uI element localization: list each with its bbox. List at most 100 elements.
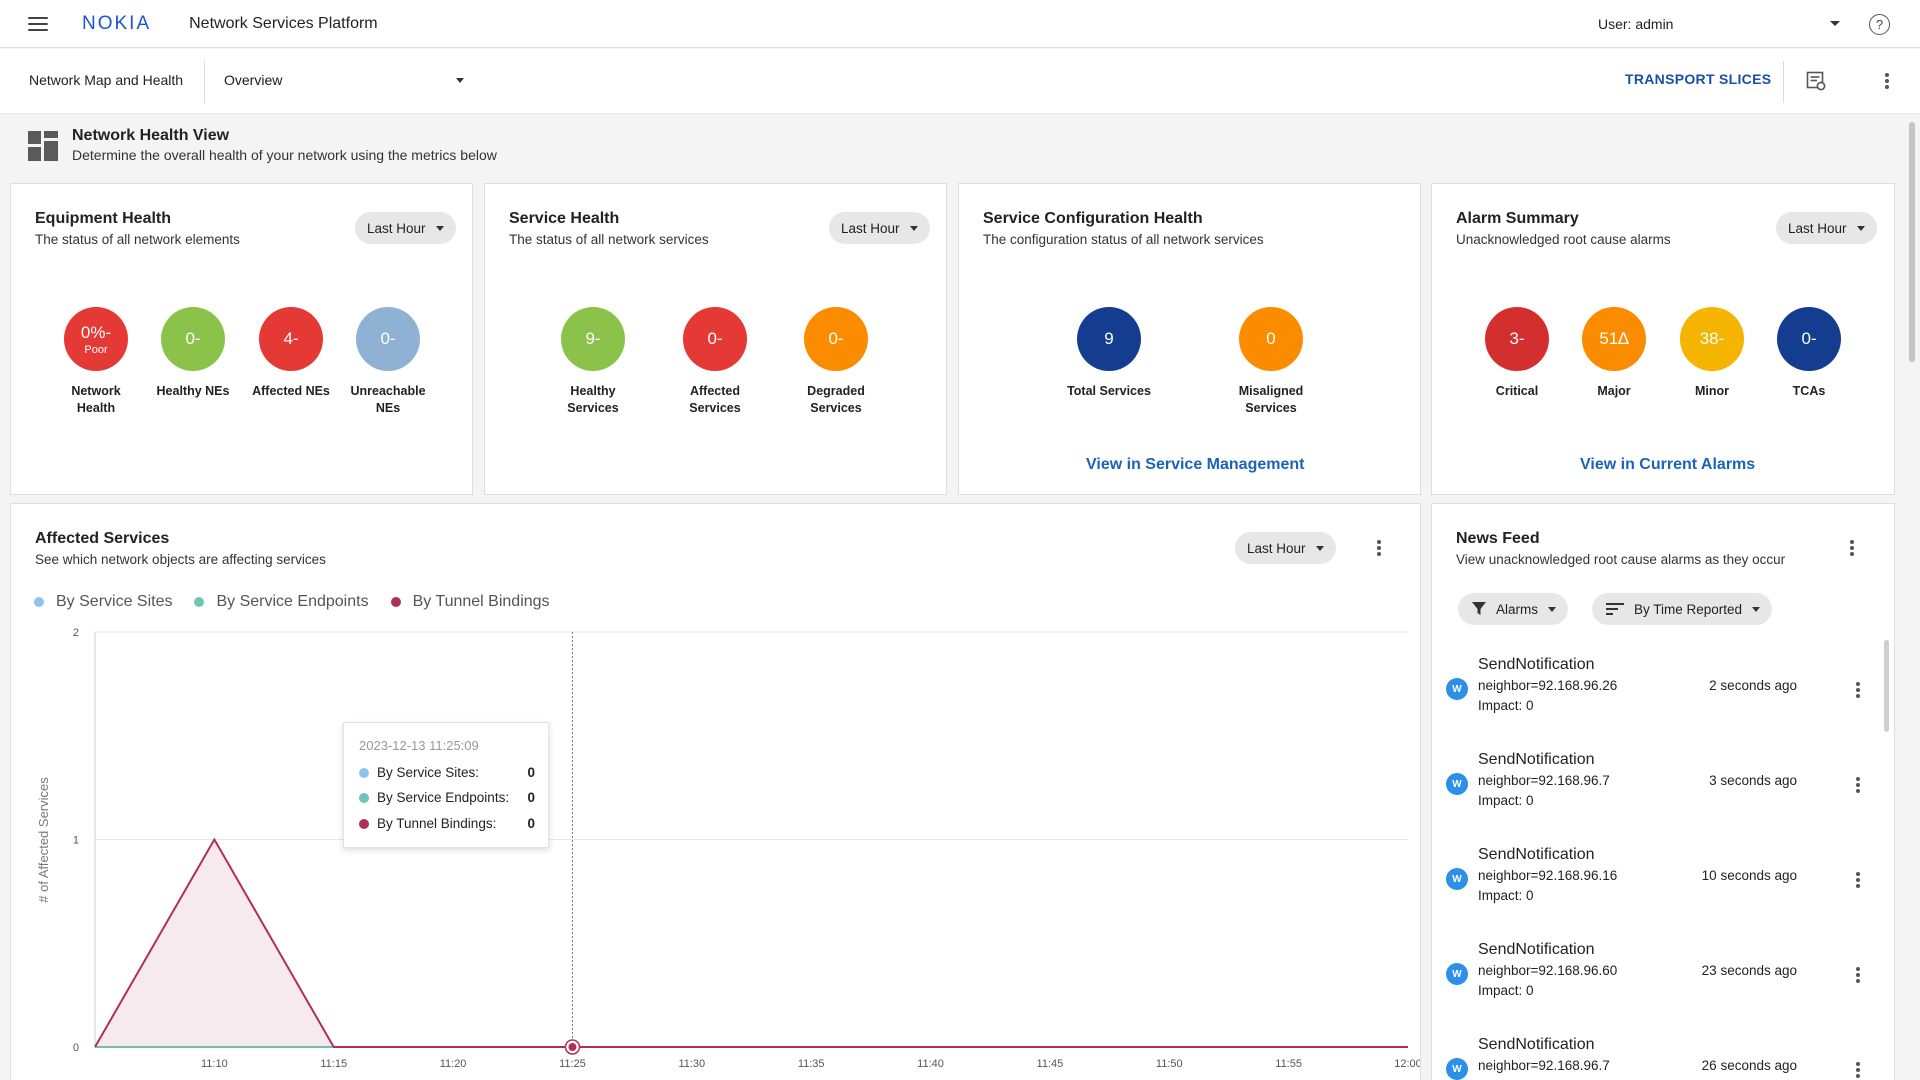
transport-slices-button[interactable]: TRANSPORT SLICES — [1625, 71, 1771, 87]
tooltip-dot — [359, 767, 369, 778]
feed-item-title[interactable]: SendNotification — [1478, 846, 1595, 864]
x-tick-label: 11:55 — [1275, 1058, 1302, 1070]
feed-item-time: 26 seconds ago — [1701, 1058, 1797, 1073]
misaligned-services-circle[interactable]: 0 — [1239, 307, 1303, 371]
legend-service-endpoints[interactable]: By Service Endpoints — [194, 593, 369, 611]
help-icon[interactable]: ? — [1869, 14, 1890, 35]
feed-item-time: 10 seconds ago — [1701, 868, 1797, 883]
legend-tunnel-bindings[interactable]: By Tunnel Bindings — [390, 593, 550, 611]
feed-item-title[interactable]: SendNotification — [1478, 656, 1595, 674]
feed-item-time: 2 seconds ago — [1709, 678, 1797, 693]
metric-healthy-services: 9- Healthy Services — [548, 307, 638, 417]
affected-services-circle[interactable]: 0- — [683, 307, 747, 371]
more-options-icon[interactable] — [1374, 540, 1384, 556]
time-filter-dropdown[interactable]: Last Hour — [1235, 532, 1336, 564]
metric-degraded-services: 0- Degraded Services — [791, 307, 881, 417]
y-tick-label: 2 — [73, 627, 79, 639]
hamburger-menu-icon[interactable] — [28, 16, 48, 31]
feed-item-time: 3 seconds ago — [1709, 773, 1797, 788]
app-title: Network Services Platform — [189, 14, 378, 32]
card-subtitle: View unacknowledged root cause alarms as… — [1456, 552, 1786, 567]
sort-dropdown[interactable]: By Time Reported — [1592, 593, 1773, 625]
feed-item-title[interactable]: SendNotification — [1478, 751, 1595, 769]
y-axis-label: # of Affected Services — [36, 777, 51, 903]
card-subtitle: The status of all network services — [509, 232, 709, 247]
breadcrumb[interactable]: Network Map and Health — [29, 72, 183, 88]
news-feed-item[interactable]: W SendNotification neighbor=92.168.96.7 … — [1432, 1034, 1860, 1080]
network-health-circle[interactable]: 0%- Poor — [64, 307, 128, 371]
critical-alarms-circle[interactable]: 3- — [1485, 307, 1549, 371]
user-menu[interactable]: User: admin — [1598, 0, 1673, 48]
news-feed-item[interactable]: W SendNotification neighbor=92.168.96.7 … — [1432, 749, 1860, 839]
view-in-current-alarms-link[interactable]: View in Current Alarms — [1580, 456, 1755, 474]
more-options-icon[interactable] — [1853, 777, 1863, 793]
warning-severity-icon: W — [1446, 1058, 1468, 1080]
total-services-circle[interactable]: 9 — [1077, 307, 1141, 371]
news-feed-item[interactable]: W SendNotification neighbor=92.168.96.60… — [1432, 939, 1860, 1029]
equipment-health-card: Equipment Health The status of all netwo… — [10, 183, 473, 495]
feed-item-impact: Impact: 0 — [1478, 983, 1534, 998]
alarms-filter-dropdown[interactable]: Alarms — [1458, 593, 1569, 625]
tooltip-dot — [359, 818, 369, 829]
metric-affected-nes: 4- Affected NEs — [246, 307, 336, 400]
view-in-service-management-link[interactable]: View in Service Management — [1086, 456, 1304, 474]
report-icon[interactable] — [1806, 71, 1826, 91]
feed-item-detail: neighbor=92.168.96.7 — [1478, 773, 1610, 788]
degraded-services-circle[interactable]: 0- — [804, 307, 868, 371]
unreachable-nes-circle[interactable]: 0- — [356, 307, 420, 371]
tooltip-row-service-sites: By Service Sites: 0 — [359, 765, 535, 780]
tcas-circle[interactable]: 0- — [1777, 307, 1841, 371]
feed-item-detail: neighbor=92.168.96.26 — [1478, 678, 1618, 693]
x-tick-label: 11:25 — [559, 1058, 586, 1070]
affected-services-chart: # of Affected Services 0 1 2 11:10 11:15 11:2… — [36, 627, 1420, 1070]
affected-nes-circle[interactable]: 4- — [259, 307, 323, 371]
time-filter-dropdown[interactable]: Last Hour — [1776, 212, 1877, 244]
feed-item-impact: Impact: 0 — [1478, 698, 1534, 713]
more-options-icon[interactable] — [1853, 1062, 1863, 1078]
card-subtitle: The configuration status of all network … — [983, 232, 1264, 247]
tooltip-dot — [359, 792, 369, 803]
feed-item-title[interactable]: SendNotification — [1478, 1036, 1595, 1054]
healthy-services-circle[interactable]: 9- — [561, 307, 625, 371]
feed-item-time: 23 seconds ago — [1701, 963, 1797, 978]
feed-item-detail: neighbor=92.168.96.16 — [1478, 868, 1618, 883]
more-options-icon[interactable] — [1853, 967, 1863, 983]
x-tick-label: 11:15 — [320, 1058, 347, 1070]
card-title: Alarm Summary — [1456, 210, 1579, 227]
feed-item-detail: neighbor=92.168.96.60 — [1478, 963, 1618, 978]
news-feed-card: News Feed View unacknowledged root cause… — [1431, 503, 1895, 1080]
metric-affected-services: 0- Affected Services — [670, 307, 760, 417]
minor-alarms-circle[interactable]: 38- — [1680, 307, 1744, 371]
service-health-card: Service Health The status of all network… — [484, 183, 947, 495]
time-filter-dropdown[interactable]: Last Hour — [355, 212, 456, 244]
tooltip-row-service-endpoints: By Service Endpoints: 0 — [359, 790, 535, 805]
x-tick-label: 11:50 — [1156, 1058, 1183, 1070]
feed-item-impact: Impact: 0 — [1478, 888, 1534, 903]
page-subtitle: Determine the overall health of your net… — [72, 147, 497, 163]
news-feed-scrollbar[interactable] — [1884, 640, 1889, 732]
more-options-icon[interactable] — [1853, 682, 1863, 698]
metric-minor-alarms: 38- Minor — [1667, 307, 1757, 400]
legend-service-sites[interactable]: By Service Sites — [34, 593, 172, 611]
y-tick-label: 0 — [73, 1042, 79, 1054]
card-subtitle: Unacknowledged root cause alarms — [1456, 232, 1671, 247]
x-tick-label: 11:40 — [917, 1058, 944, 1070]
feed-item-title[interactable]: SendNotification — [1478, 941, 1595, 959]
metric-total-services: 9 Total Services — [1064, 307, 1154, 400]
feed-item-detail: neighbor=92.168.96.7 — [1478, 1058, 1610, 1073]
more-options-icon[interactable] — [1853, 872, 1863, 888]
time-filter-dropdown[interactable]: Last Hour — [829, 212, 930, 244]
healthy-nes-circle[interactable]: 0- — [161, 307, 225, 371]
more-options-icon[interactable] — [1847, 540, 1857, 556]
major-alarms-circle[interactable]: 51∆ — [1582, 307, 1646, 371]
news-feed-item[interactable]: W SendNotification neighbor=92.168.96.16… — [1432, 844, 1860, 934]
card-title: Service Configuration Health — [983, 210, 1203, 227]
card-title: Equipment Health — [35, 210, 172, 227]
page-scrollbar[interactable] — [1909, 122, 1915, 362]
news-feed-item[interactable]: W SendNotification neighbor=92.168.96.26… — [1432, 654, 1860, 744]
user-menu-chevron-down-icon[interactable] — [1830, 21, 1840, 26]
warning-severity-icon: W — [1446, 868, 1468, 890]
view-select[interactable]: Overview — [224, 63, 468, 97]
legend-dot — [34, 597, 44, 607]
more-options-icon[interactable] — [1882, 73, 1892, 89]
